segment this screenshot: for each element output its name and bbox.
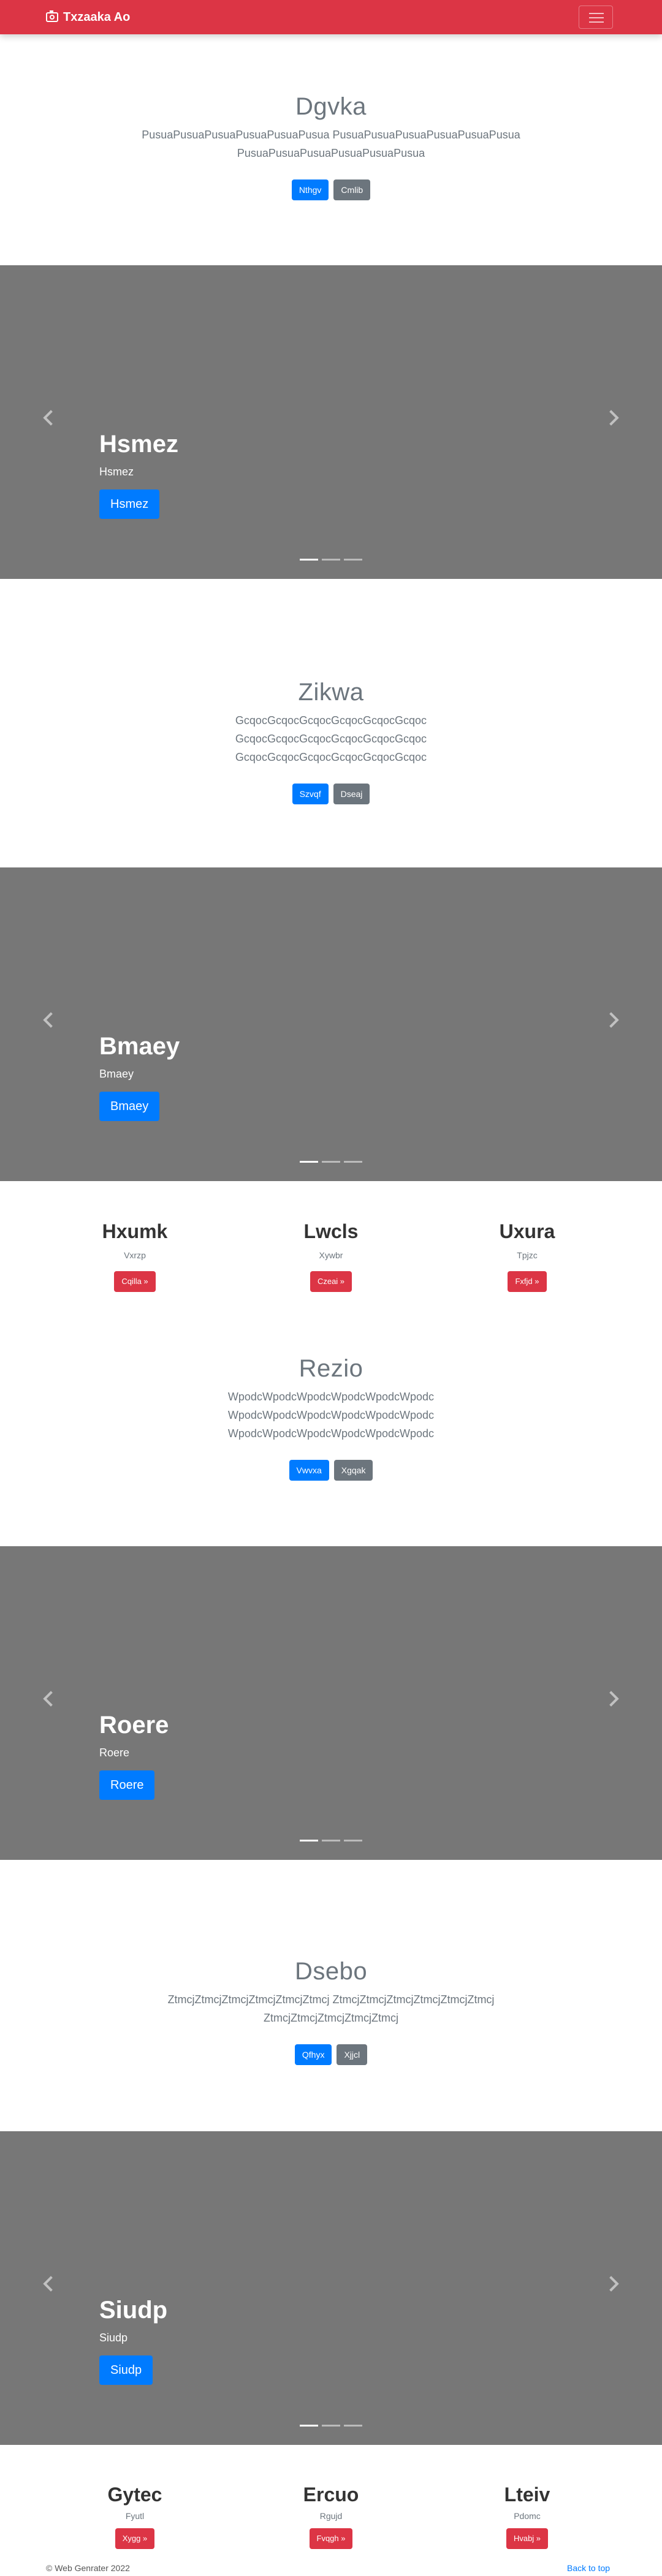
- column-title: Lteiv: [504, 2483, 550, 2506]
- carousel-title: Siudp: [99, 2297, 168, 2324]
- column-button[interactable]: Hvabj »: [506, 2528, 549, 2549]
- carousel-indicators: [300, 1161, 362, 1163]
- carousel-indicators: [300, 2425, 362, 2427]
- indicator[interactable]: [300, 1840, 318, 1841]
- carousel-caption: Bmaey Bmaey Bmaey: [99, 1033, 180, 1121]
- footer: © Web Genrater 2022 Back to top: [0, 2561, 662, 2576]
- carousel-subtitle: Hsmez: [99, 466, 134, 478]
- indicator[interactable]: [300, 1161, 318, 1163]
- secondary-button[interactable]: Cmlib: [333, 179, 371, 200]
- camera-icon: [46, 10, 58, 22]
- primary-button[interactable]: Vwvxa: [289, 1460, 329, 1481]
- primary-button[interactable]: Szvqf: [292, 784, 329, 804]
- brand-link[interactable]: Txzaaka Ao: [46, 10, 130, 25]
- column-button[interactable]: Cqilla »: [114, 1271, 156, 1292]
- carousel-2: Bmaey Bmaey Bmaey: [0, 867, 662, 1181]
- column-text: Rgujd: [319, 2511, 343, 2521]
- carousel-title: Roere: [99, 1712, 169, 1739]
- column-title: Gytec: [107, 2483, 162, 2506]
- column-text: Fyutl: [125, 2511, 145, 2521]
- indicator[interactable]: [300, 2425, 318, 2427]
- column-title: Ercuo: [303, 2483, 359, 2506]
- column-title: Hxumk: [102, 1220, 168, 1242]
- column: Gytec Fyutl Xygg »: [37, 2483, 233, 2549]
- column: Lwcls Xywbr Czeai »: [233, 1220, 429, 1292]
- indicator[interactable]: [344, 2425, 362, 2427]
- jumbotron-4: Dsebo ZtmcjZtmcjZtmcjZtmcjZtmcjZtmcj Ztm…: [0, 1958, 662, 2065]
- carousel-subtitle: Siudp: [99, 2332, 128, 2344]
- carousel-caption: Hsmez Hsmez Hsmez: [99, 431, 178, 519]
- secondary-button[interactable]: Xjjcl: [337, 2044, 368, 2065]
- back-to-top-link[interactable]: Back to top: [567, 2563, 610, 2573]
- indicator[interactable]: [322, 2425, 340, 2427]
- jumbotron-title: Dsebo: [294, 1958, 368, 1985]
- jumbotron-title: Zikwa: [298, 679, 364, 706]
- chevron-left-icon[interactable]: [43, 410, 59, 426]
- column: Lteiv Pdomc Hvabj »: [429, 2483, 625, 2549]
- carousel-subtitle: Bmaey: [99, 1068, 134, 1080]
- jumbotron-text: ZtmcjZtmcjZtmcjZtmcjZtmcjZtmcj ZtmcjZtmc…: [167, 1993, 495, 2024]
- primary-button[interactable]: Nthgv: [291, 179, 329, 200]
- secondary-button[interactable]: Xgqak: [333, 1460, 373, 1481]
- brand-label: Txzaaka Ao: [63, 10, 131, 24]
- column-title: Lwcls: [303, 1220, 359, 1242]
- column-button[interactable]: Xygg »: [115, 2528, 155, 2549]
- carousel-indicators: [300, 1840, 362, 1841]
- primary-button[interactable]: Qfhyx: [294, 2044, 332, 2065]
- carousel-indicators: [300, 559, 362, 561]
- hamburger-icon-bar: [589, 21, 604, 23]
- jumbotron-3: Rezio WpodcWpodcWpodcWpodcWpodcWpodc Wpo…: [0, 1355, 662, 1481]
- jumbotron-text: GcqocGcqocGcqocGcqocGcqocGcqoc GcqocGcqo…: [235, 714, 427, 763]
- hamburger-icon: [589, 13, 604, 14]
- chevron-left-icon[interactable]: [43, 2276, 59, 2292]
- hamburger-icon-bar: [589, 17, 604, 18]
- column: Uxura Tpjzc Fxfjd »: [429, 1220, 625, 1292]
- column-button[interactable]: Fxfjd »: [508, 1271, 547, 1292]
- column: Ercuo Rgujd Fvqgh »: [233, 2483, 429, 2549]
- column-text: Tpjzc: [517, 1250, 538, 1260]
- navbar: Txzaaka Ao: [0, 0, 662, 34]
- chevron-left-icon[interactable]: [43, 1012, 59, 1028]
- jumbotron-text: PusuaPusuaPusuaPusuaPusuaPusua PusuaPusu…: [142, 129, 520, 159]
- carousel-button[interactable]: Roere: [99, 1770, 155, 1800]
- chevron-right-icon[interactable]: [603, 1012, 619, 1028]
- carousel-button[interactable]: Bmaey: [99, 1092, 160, 1121]
- carousel-caption: Siudp Siudp Siudp: [99, 2297, 167, 2385]
- carousel-4: Siudp Siudp Siudp: [0, 2131, 662, 2445]
- copyright-text: © Web Genrater 2022: [46, 2563, 130, 2573]
- column-text: Vxrzp: [124, 1250, 146, 1260]
- carousel-subtitle: Roere: [99, 1747, 130, 1759]
- column-title: Uxura: [499, 1220, 555, 1242]
- indicator[interactable]: [344, 559, 362, 561]
- carousel-3: Roere Roere Roere: [0, 1546, 662, 1860]
- carousel-caption: Roere Roere Roere: [99, 1712, 169, 1800]
- indicator[interactable]: [322, 559, 340, 561]
- chevron-right-icon[interactable]: [603, 1691, 619, 1707]
- carousel-button[interactable]: Hsmez: [99, 489, 160, 519]
- jumbotron-text: WpodcWpodcWpodcWpodcWpodcWpodc WpodcWpod…: [227, 1391, 435, 1440]
- indicator[interactable]: [300, 559, 318, 561]
- indicator[interactable]: [344, 1161, 362, 1163]
- jumbotron-2: Zikwa GcqocGcqocGcqocGcqocGcqocGcqoc Gcq…: [0, 679, 662, 804]
- carousel-1: Hsmez Hsmez Hsmez: [0, 265, 662, 579]
- carousel-title: Hsmez: [99, 431, 178, 458]
- column-text: Xywbr: [319, 1250, 343, 1260]
- jumbotron-title: Rezio: [299, 1355, 363, 1382]
- carousel-title: Bmaey: [99, 1033, 180, 1060]
- secondary-button[interactable]: Dseaj: [333, 784, 370, 804]
- jumbotron-title: Dgvka: [295, 93, 367, 120]
- column: Hxumk Vxrzp Cqilla »: [37, 1220, 233, 1292]
- column-text: Pdomc: [514, 2511, 541, 2521]
- navbar-toggler-button[interactable]: [579, 6, 613, 29]
- jumbotron-1: Dgvka PusuaPusuaPusuaPusuaPusuaPusua Pus…: [0, 93, 662, 200]
- chevron-right-icon[interactable]: [603, 410, 619, 426]
- column-button[interactable]: Fvqgh »: [309, 2528, 353, 2549]
- indicator[interactable]: [322, 1161, 340, 1163]
- carousel-button[interactable]: Siudp: [99, 2355, 153, 2385]
- chevron-right-icon[interactable]: [603, 2276, 619, 2292]
- indicator[interactable]: [344, 1840, 362, 1841]
- indicator[interactable]: [322, 1840, 340, 1841]
- column-button[interactable]: Czeai »: [310, 1271, 352, 1292]
- chevron-left-icon[interactable]: [43, 1691, 59, 1707]
